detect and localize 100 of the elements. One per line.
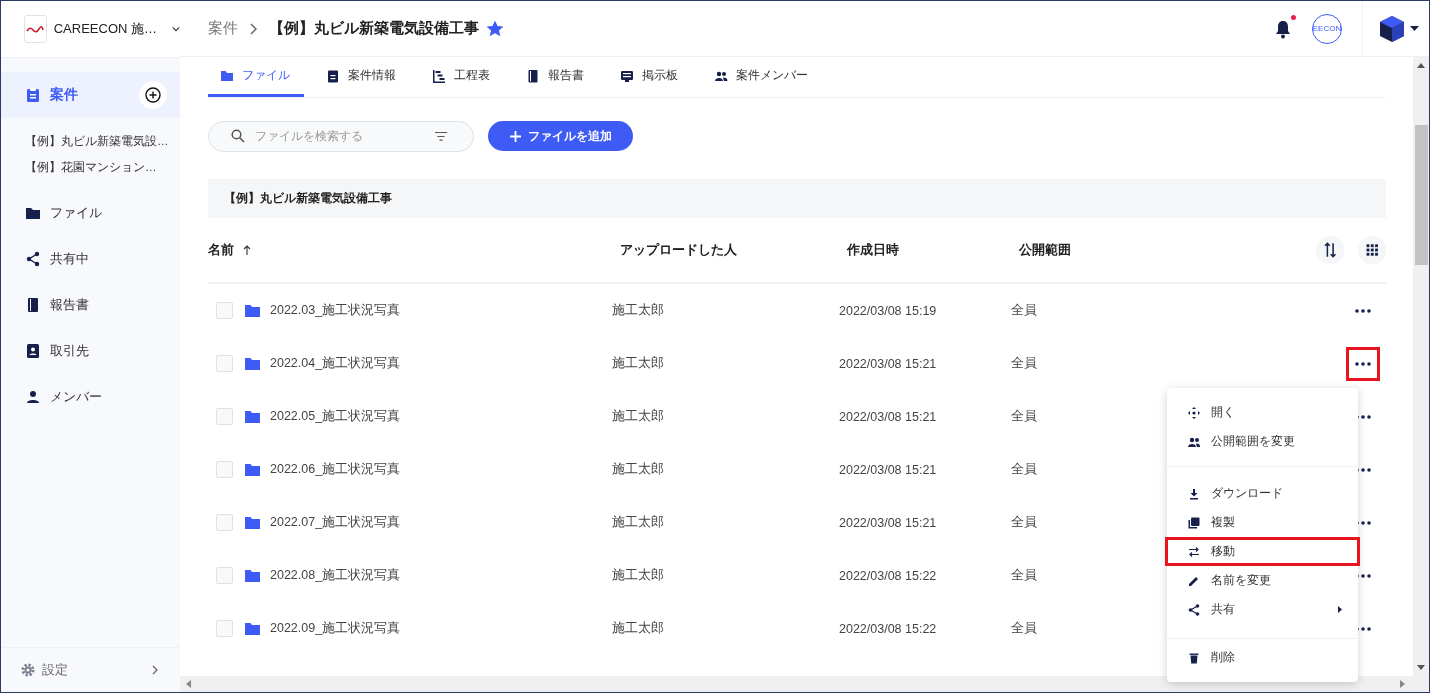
folder-icon [245, 357, 260, 370]
file-name[interactable]: 2022.04_施工状況写真 [270, 355, 401, 372]
clipboard-icon [25, 87, 41, 103]
column-header[interactable]: 公開範囲 [1019, 241, 1071, 259]
scroll-down-icon[interactable] [1417, 665, 1425, 670]
pencil-icon [1188, 574, 1200, 587]
file-name[interactable]: 2022.07_施工状況写真 [270, 514, 401, 531]
folder-icon [245, 304, 260, 317]
project-title: 【例】丸ビル新築電気設備工事 [269, 19, 479, 38]
vertical-scrollbar[interactable] [1413, 57, 1429, 676]
star-icon[interactable] [487, 20, 503, 37]
scroll-left-icon[interactable] [186, 680, 191, 688]
menu-item[interactable]: 移動 [1165, 537, 1360, 566]
row-checkbox[interactable] [216, 302, 233, 319]
table-cell: 2022/03/08 15:19 [839, 303, 937, 318]
add-icon[interactable] [139, 81, 167, 109]
folder-title: 【例】丸ビル新築電気設備工事 [224, 191, 392, 206]
swap-icon [1188, 545, 1200, 558]
table-cell: 全員 [1011, 408, 1037, 425]
sidebar-item[interactable]: 報告書 [1, 282, 180, 328]
table-cell: 施工太郎 [612, 461, 664, 478]
column-header[interactable]: アップロードした人 [620, 241, 737, 259]
table-cell: 施工太郎 [612, 355, 664, 372]
sidebar-item[interactable]: 案件 [1, 72, 180, 118]
table-cell: 2022/03/08 15:22 [839, 621, 937, 636]
table-cell: 2022/03/08 15:21 [839, 515, 937, 530]
people-icon [1188, 435, 1200, 448]
search-input[interactable]: ファイルを検索する [253, 129, 427, 143]
trash-icon [1188, 651, 1200, 664]
sidebar-item[interactable]: メンバー [1, 374, 180, 420]
file-name[interactable]: 2022.03_施工状況写真 [270, 302, 401, 319]
tab[interactable]: 案件情報 [312, 57, 410, 97]
tab[interactable]: 案件メンバー [700, 57, 822, 97]
settings-icon [21, 663, 35, 677]
more-dots-icon [1355, 361, 1371, 366]
row-checkbox[interactable] [216, 461, 233, 478]
sidebar-item[interactable]: ファイル [1, 190, 180, 236]
move-icon [1188, 406, 1200, 419]
board-icon [620, 68, 634, 83]
row-checkbox[interactable] [216, 620, 233, 637]
project-link[interactable]: 【例】花園マンション… [25, 154, 180, 180]
project-link[interactable]: 【例】丸ビル新築電気設… [25, 128, 180, 154]
filter-icon[interactable] [435, 131, 447, 141]
caret-down-icon[interactable] [1410, 26, 1419, 31]
book-icon [25, 297, 41, 313]
person-icon [25, 389, 41, 405]
table-cell: 2022/03/08 15:21 [839, 409, 937, 424]
tab[interactable]: 掲示板 [606, 57, 692, 97]
search-bar[interactable]: ファイルを検索する [208, 120, 474, 152]
scroll-up-icon[interactable] [1417, 63, 1425, 68]
workspace-name[interactable]: CAREECON 施… [53, 20, 158, 38]
sidebar-item[interactable]: 取引先 [1, 328, 180, 374]
folder-icon [245, 569, 260, 582]
settings-item[interactable]: 設定 [1, 647, 180, 692]
file-name[interactable]: 2022.05_施工状況写真 [270, 408, 401, 425]
cube-icon[interactable] [1379, 14, 1405, 43]
menu-item[interactable]: ダウンロード [1165, 479, 1360, 508]
sort-up-icon[interactable] [243, 245, 251, 255]
chevron-right-icon [152, 665, 158, 675]
tab[interactable]: ファイル [208, 57, 304, 97]
sidebar-item[interactable]: 共有中 [1, 236, 180, 282]
company-logo [24, 15, 47, 43]
menu-item[interactable]: 共有 [1165, 595, 1360, 624]
menu-item[interactable]: 名前を変更 [1165, 566, 1360, 595]
grid-view-icon[interactable] [1357, 235, 1386, 265]
horizontal-scrollbar[interactable] [180, 676, 1429, 692]
contact-icon [25, 343, 41, 359]
sort-arrows-icon[interactable] [1316, 235, 1345, 265]
folder-icon [245, 622, 260, 635]
table-cell: 2022/03/08 15:22 [839, 568, 937, 583]
tab[interactable]: 報告書 [512, 57, 598, 97]
table-cell: 全員 [1011, 514, 1037, 531]
table-cell: 施工太郎 [612, 514, 664, 531]
scrollbar-thumb[interactable] [1414, 125, 1428, 265]
chevron-down-icon[interactable] [172, 26, 180, 32]
share-icon [1188, 603, 1200, 616]
folder-icon [245, 463, 260, 476]
row-checkbox[interactable] [216, 567, 233, 584]
menu-item[interactable]: 複製 [1165, 508, 1360, 537]
more-button[interactable] [1346, 346, 1380, 381]
table-cell: 全員 [1011, 461, 1037, 478]
column-header[interactable]: 名前 [208, 241, 234, 259]
table-cell: 全員 [1011, 620, 1037, 637]
column-header[interactable]: 作成日時 [847, 241, 899, 259]
file-name[interactable]: 2022.09_施工状況写真 [270, 620, 401, 637]
tab[interactable]: 工程表 [418, 57, 504, 97]
table-cell: 全員 [1011, 302, 1037, 319]
menu-item[interactable]: 公開範囲を変更 [1165, 427, 1360, 456]
download-icon [1188, 487, 1200, 500]
row-checkbox[interactable] [216, 408, 233, 425]
file-name[interactable]: 2022.08_施工状況写真 [270, 567, 401, 584]
file-name[interactable]: 2022.06_施工状況写真 [270, 461, 401, 478]
row-checkbox[interactable] [216, 355, 233, 372]
menu-item[interactable]: 削除 [1165, 643, 1360, 672]
add-file-button[interactable]: ファイルを追加 [488, 121, 633, 151]
scroll-right-icon[interactable] [1400, 680, 1405, 688]
gantt-icon [432, 68, 446, 83]
row-checkbox[interactable] [216, 514, 233, 531]
menu-item[interactable]: 開く [1165, 398, 1360, 427]
breadcrumb-link[interactable]: 案件 [208, 19, 238, 38]
